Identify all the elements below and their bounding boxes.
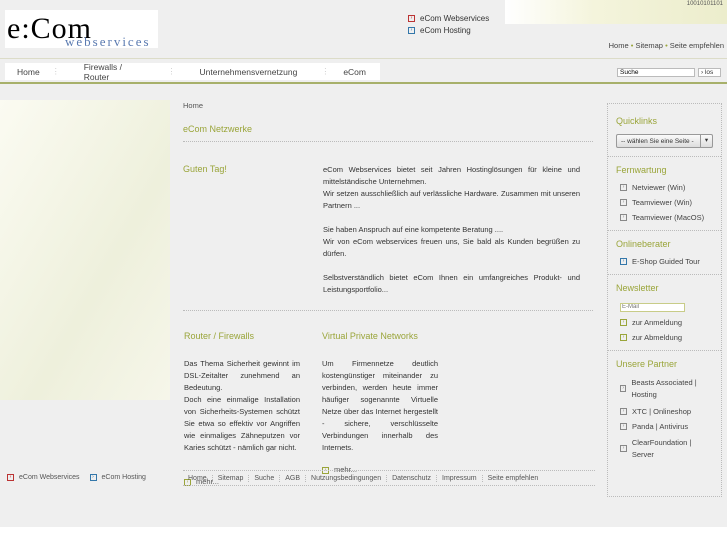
footer-link-hosting[interactable]: › eCom Hosting (89, 474, 146, 481)
header-image: 10010101101 (505, 0, 727, 24)
partner-link[interactable]: › ClearFoundation | Server (620, 437, 713, 461)
chevron-down-icon: ▾ (700, 135, 712, 147)
newsletter-email-input[interactable] (620, 302, 685, 312)
arrow-icon: › (620, 199, 627, 206)
quicklinks-select[interactable]: -- wählen Sie eine Seite - ▾ (616, 134, 713, 148)
greeting: Guten Tag! (183, 164, 227, 174)
nav-ecom[interactable]: eCom (329, 67, 380, 77)
partner-link[interactable]: › Panda | Antivirus (620, 422, 713, 431)
link-teamviewer-mac[interactable]: › Teamviewer (MacOS) (620, 213, 713, 222)
header-link-hosting[interactable]: › eCom Hosting (408, 26, 489, 35)
arrow-icon: › (7, 474, 14, 481)
top-nav-sitemap[interactable]: Sitemap (635, 41, 663, 50)
link-subscribe[interactable]: › zur Anmeldung (620, 318, 713, 327)
logo[interactable]: e:Com webservices (5, 10, 158, 49)
nav-firewalls[interactable]: Firewalls / Router (60, 62, 168, 82)
arrow-icon: › (620, 422, 627, 430)
arrow-icon: › (620, 385, 627, 392)
arrow-icon: › (408, 15, 415, 23)
arrow-icon: › (620, 184, 627, 191)
arrow-icon: › (620, 333, 627, 341)
top-nav-home[interactable]: Home (609, 41, 629, 50)
link-guided-tour[interactable]: › E-Shop Guided Tour (620, 257, 713, 266)
link-teamviewer-win[interactable]: › Teamviewer (Win) (620, 198, 713, 207)
col-router: Router / Firewalls Das Thema Sicherheit … (184, 331, 300, 452)
arrow-icon: › (620, 318, 627, 326)
top-nav-recommend[interactable]: Seite empfehlen (670, 41, 724, 50)
divider (183, 141, 593, 142)
main-nav: Home ⋮ Firewalls / Router ⋮ Unternehmensve… (5, 62, 380, 82)
page-title: eCom Netzwerke (183, 124, 253, 134)
footer-nav: Home Sitemap Suche AGB Nutzungsbedingungen Da… (183, 473, 543, 482)
footer-link-webservices[interactable]: › eCom Webservices (7, 474, 80, 481)
partner-link[interactable]: › XTC | Onlineshop (620, 407, 713, 416)
divider (183, 310, 593, 311)
divider (183, 485, 595, 486)
footer-agb[interactable]: AGB (280, 475, 307, 482)
footer-empfehlen[interactable]: Seite empfehlen (483, 475, 544, 482)
link-unsubscribe[interactable]: › zur Abmeldung (620, 333, 713, 342)
nav-vernetzung[interactable]: Unternehmensvernetzung (176, 67, 322, 77)
col-vpn: Virtual Private Networks Um Firmennetze … (322, 331, 438, 452)
arrow-icon: › (620, 445, 627, 452)
header-links: › eCom Webservices › eCom Hosting (408, 14, 489, 35)
search-button[interactable]: › los (698, 68, 721, 77)
search-input[interactable] (617, 68, 695, 77)
link-netviewer[interactable]: › Netviewer (Win) (620, 183, 713, 192)
divider (0, 58, 727, 59)
arrow-icon: › (408, 27, 415, 35)
footer-suche[interactable]: Suche (249, 475, 281, 482)
bottom-strip (0, 527, 727, 545)
partner-link[interactable]: › Beasts Associated | Hosting (620, 377, 713, 401)
nav-home[interactable]: Home (5, 67, 52, 77)
footer-datenschutz[interactable]: Datenschutz (387, 475, 438, 482)
header-link-webservices[interactable]: › eCom Webservices (408, 14, 489, 23)
top-nav: Home • Sitemap • Seite empfehlen (608, 41, 724, 50)
footer-impressum[interactable]: Impressum (437, 475, 483, 482)
breadcrumb[interactable]: Home (183, 101, 203, 110)
footer-left: › eCom Webservices › eCom Hosting (7, 474, 146, 481)
arrow-icon: › (620, 214, 627, 221)
divider (0, 82, 727, 84)
sidebar: Quicklinks -- wählen Sie eine Seite - ▾ … (607, 103, 722, 497)
divider (183, 470, 595, 471)
footer-sitemap[interactable]: Sitemap (212, 475, 250, 482)
arrow-icon: › (620, 407, 627, 415)
arrow-icon: › (89, 474, 97, 481)
footer-home[interactable]: Home (183, 475, 213, 482)
footer-nutzung[interactable]: Nutzungsbedingungen (306, 475, 388, 482)
intro-text: eCom Webservices bietet seit Jahren Host… (323, 165, 580, 294)
arrow-icon: › (620, 258, 627, 265)
side-image (0, 100, 170, 400)
